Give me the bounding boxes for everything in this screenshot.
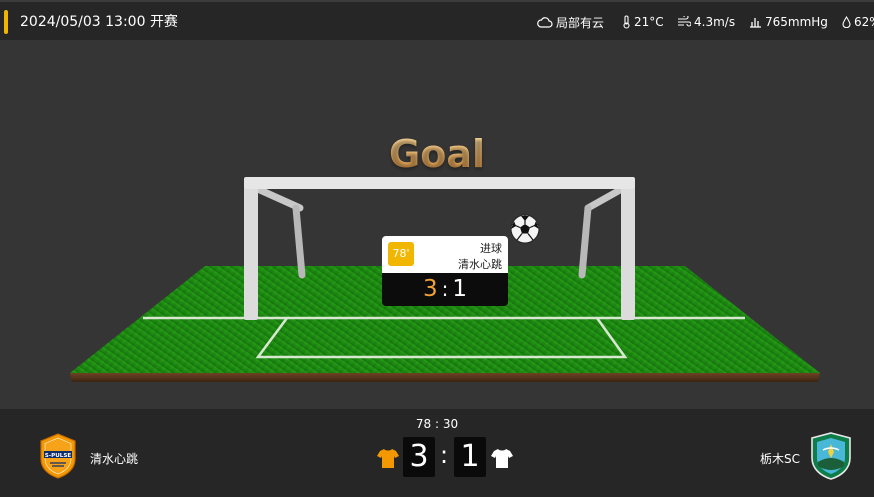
weather-pressure: 765mmHg bbox=[749, 13, 828, 31]
pitch-graphic bbox=[70, 177, 820, 382]
weather-condition-text: 局部有云 bbox=[556, 15, 605, 30]
accent-bar bbox=[4, 10, 8, 34]
event-score: 3:1 bbox=[382, 273, 508, 306]
goal-support-left-leg bbox=[292, 204, 306, 279]
humidity-text: 62% bbox=[854, 15, 874, 29]
temperature-text: 21°C bbox=[634, 15, 664, 29]
event-team: 清水心跳 bbox=[458, 258, 502, 271]
weather-wind: 4.3m/s bbox=[677, 13, 735, 31]
goal-event-card: 78' 进球 清水心跳 3:1 bbox=[382, 236, 508, 306]
wind-text: 4.3m/s bbox=[694, 15, 736, 29]
pitch-stage: Goal 78' 进球 清水心跳 3:1 bbox=[0, 40, 874, 408]
goal-title: Goal bbox=[0, 132, 874, 176]
scoreboard-bar: S-PULSE 清水心跳 78 : 30 3 : 1 栃木SC bbox=[0, 409, 874, 497]
weather-humidity: 62% bbox=[842, 13, 874, 31]
match-clock: 78 : 30 bbox=[415, 417, 459, 431]
away-team-name: 栃木SC bbox=[760, 452, 800, 466]
pressure-icon bbox=[750, 18, 761, 28]
event-away-score: 1 bbox=[452, 276, 468, 302]
away-jersey-icon bbox=[491, 449, 513, 468]
home-jersey-icon bbox=[377, 449, 399, 468]
goal-support-right-leg bbox=[578, 204, 592, 279]
event-type: 进球 bbox=[480, 242, 502, 255]
event-info: 78' 进球 清水心跳 bbox=[382, 236, 508, 273]
pressure-text: 765mmHg bbox=[765, 15, 828, 29]
cloud-icon bbox=[537, 17, 553, 28]
home-score: 3 bbox=[403, 437, 435, 477]
away-score: 1 bbox=[454, 437, 486, 477]
thermometer-icon bbox=[623, 15, 630, 29]
top-bar: 2024/05/03 13:00 开赛 局部有云 21°C 4.3m/s 765… bbox=[0, 0, 874, 40]
away-team-logo bbox=[811, 432, 851, 480]
goal-crossbar bbox=[244, 177, 635, 189]
goal-support-right bbox=[584, 186, 624, 212]
wind-icon bbox=[678, 16, 691, 27]
goal-left-post bbox=[244, 177, 258, 320]
event-home-score: 3 bbox=[422, 276, 438, 302]
football-icon bbox=[510, 214, 540, 244]
match-start-time: 2024/05/03 13:00 开赛 bbox=[20, 14, 178, 30]
home-team-logo: S-PULSE bbox=[40, 433, 76, 479]
home-team-name: 清水心跳 bbox=[90, 452, 139, 466]
home-logo-text: S-PULSE bbox=[45, 453, 72, 459]
pitch-soil-edge bbox=[70, 373, 820, 382]
weather-condition: 局部有云 bbox=[537, 13, 604, 31]
weather-temperature: 21°C bbox=[622, 13, 664, 31]
event-score-separator: : bbox=[441, 277, 449, 301]
event-minute-badge: 78' bbox=[388, 242, 414, 266]
droplet-icon bbox=[842, 16, 851, 28]
goal-right-post bbox=[621, 177, 635, 320]
score-separator: : bbox=[440, 441, 449, 469]
